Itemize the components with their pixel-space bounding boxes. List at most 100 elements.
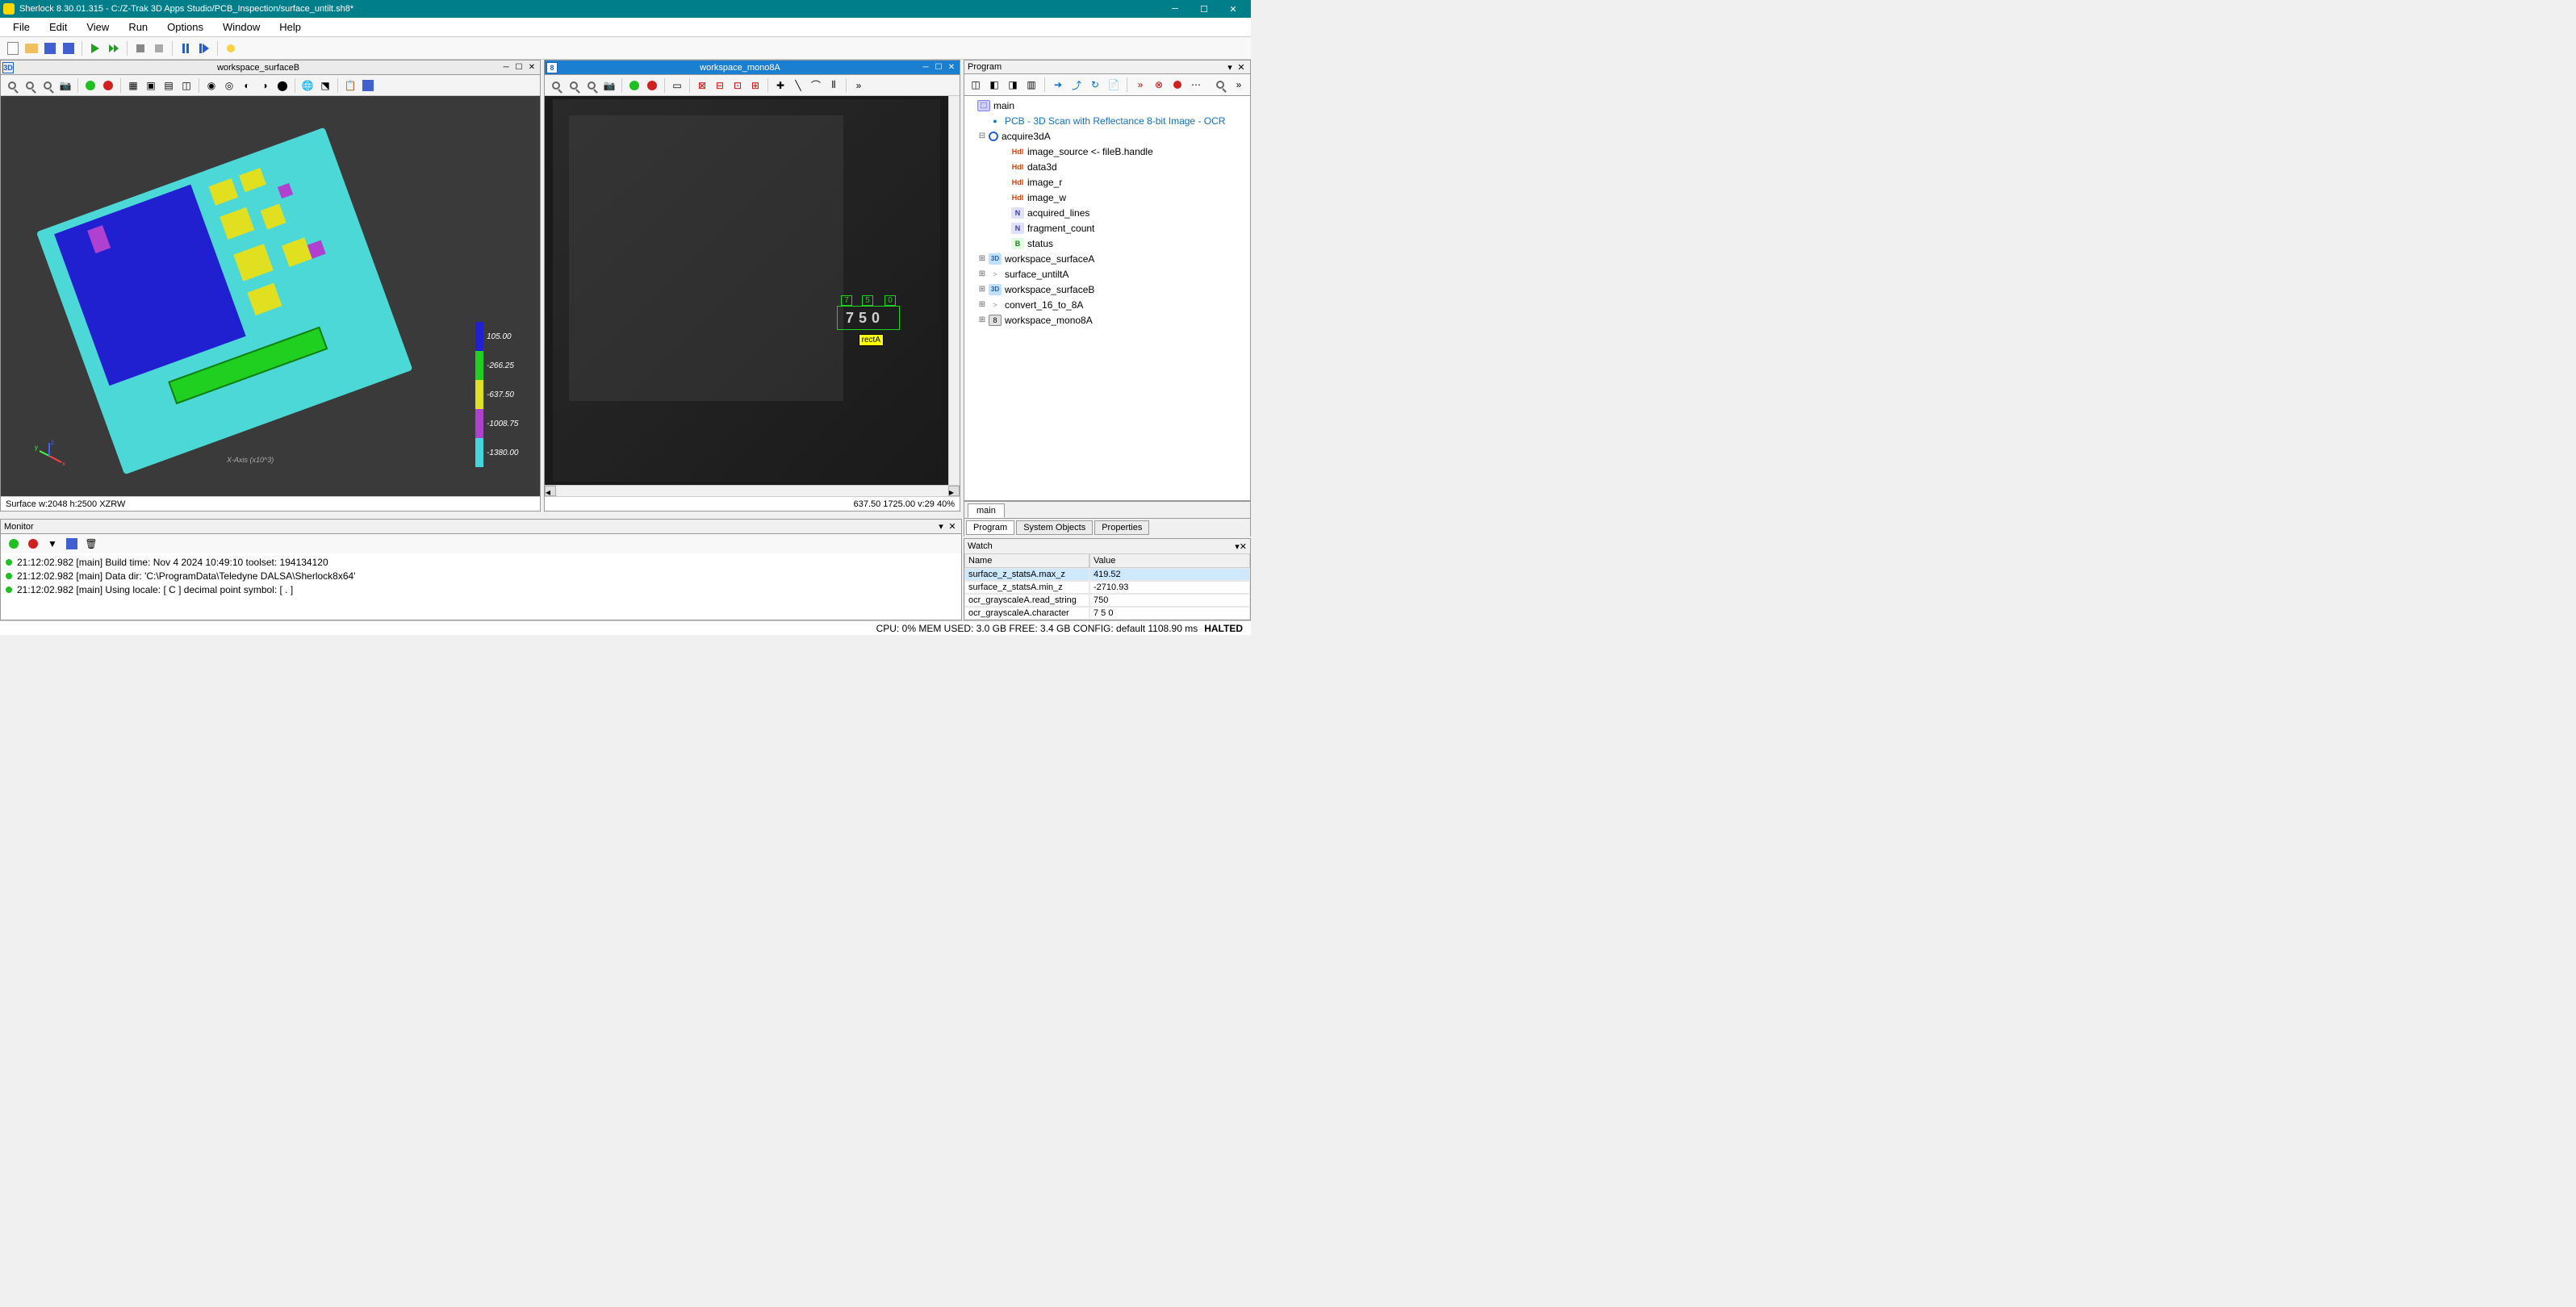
program-tree[interactable]: ⬚ main ● PCB - 3D Scan with Reflectance … bbox=[964, 95, 1251, 501]
prog-tb-5[interactable]: ➔ bbox=[1050, 77, 1066, 93]
tree-node-var[interactable]: B status bbox=[1000, 236, 1248, 251]
menu-window[interactable]: Window bbox=[213, 18, 270, 36]
view-2-button[interactable]: ⬔ bbox=[317, 77, 333, 94]
save-button[interactable] bbox=[42, 40, 58, 56]
watch-close-button[interactable]: ✕ bbox=[1240, 541, 1247, 552]
prog-tb-6[interactable]: ⤴ bbox=[1068, 77, 1085, 93]
roi-4-button[interactable]: ⊞ bbox=[747, 77, 763, 94]
viewport-close-button[interactable]: ✕ bbox=[945, 62, 958, 73]
tree-node-item[interactable]: ⊞ > convert_16_to_8A bbox=[977, 297, 1248, 312]
zoom-sel-button[interactable] bbox=[583, 77, 600, 94]
tree-node-item[interactable]: ⊞ 8 workspace_mono8A bbox=[977, 312, 1248, 328]
save-view-button[interactable] bbox=[360, 77, 376, 94]
expand-icon[interactable]: ⊞ bbox=[977, 315, 987, 324]
menu-edit[interactable]: Edit bbox=[40, 18, 77, 36]
draw-bars-button[interactable]: ⦀ bbox=[826, 77, 842, 94]
monitor-rec-button[interactable] bbox=[25, 536, 41, 552]
watch-name-cell[interactable]: ocr_grayscaleA.character bbox=[964, 607, 1089, 620]
program-dropdown-button[interactable]: ▾ bbox=[1224, 61, 1236, 73]
monitor-log[interactable]: 21:12:02.982 [main] Build time: Nov 4 20… bbox=[1, 553, 961, 618]
zoom-in-button[interactable] bbox=[566, 77, 582, 94]
tool-2-button[interactable]: ▣ bbox=[143, 77, 159, 94]
prog-tb-7[interactable]: ↻ bbox=[1087, 77, 1103, 93]
roi-rect-button[interactable]: ▭ bbox=[669, 77, 685, 94]
tree-node-var[interactable]: Hdl data3d bbox=[1000, 159, 1248, 174]
tree-node-acquire3da[interactable]: ⊟ acquire3dA bbox=[977, 128, 1248, 144]
tree-node-main[interactable]: ⬚ main bbox=[966, 98, 1248, 113]
tree-node-item[interactable]: ⊞ 3D workspace_surfaceA bbox=[977, 251, 1248, 266]
roi-2-button[interactable]: ⊟ bbox=[712, 77, 728, 94]
tool-8-button[interactable]: ◑ bbox=[257, 77, 273, 94]
zoom-out-button[interactable] bbox=[40, 77, 56, 94]
watch-value-cell[interactable]: -2710.93 bbox=[1089, 581, 1250, 594]
pause-button[interactable] bbox=[178, 40, 194, 56]
prog-more-button[interactable]: » bbox=[1231, 77, 1247, 93]
minimize-button[interactable]: ─ bbox=[1160, 0, 1190, 18]
tree-node-note[interactable]: ● PCB - 3D Scan with Reflectance 8-bit I… bbox=[977, 113, 1248, 128]
tool-1-button[interactable]: ▦ bbox=[125, 77, 141, 94]
tool-5-button[interactable]: ◉ bbox=[203, 77, 220, 94]
monitor-close-button[interactable]: ✕ bbox=[947, 521, 958, 532]
vertical-scrollbar[interactable] bbox=[948, 96, 960, 485]
viewport-min-button[interactable]: ─ bbox=[919, 62, 932, 73]
draw-line-button[interactable]: ╲ bbox=[790, 77, 806, 94]
prog-tb-12[interactable]: ⋯ bbox=[1188, 77, 1204, 93]
open-button[interactable] bbox=[23, 40, 40, 56]
viewport-3d-canvas[interactable]: 105.00 -266.25 -637.50 -1008.75 -1380.00… bbox=[1, 96, 540, 496]
expand-icon[interactable]: ⊞ bbox=[977, 285, 987, 294]
expand-icon[interactable]: ⊞ bbox=[977, 300, 987, 309]
draw-arc-button[interactable]: ⌒ bbox=[808, 77, 824, 94]
go-button[interactable] bbox=[626, 77, 642, 94]
tree-node-var[interactable]: Hdl image_r bbox=[1000, 174, 1248, 190]
more-button[interactable]: » bbox=[851, 77, 867, 94]
watch-value-cell[interactable]: 419.52 bbox=[1089, 568, 1250, 581]
menu-view[interactable]: View bbox=[77, 18, 119, 36]
watch-col-value[interactable]: Value bbox=[1089, 553, 1250, 568]
tool-7-button[interactable]: ◐ bbox=[239, 77, 255, 94]
tree-node-item[interactable]: ⊞ 3D workspace_surfaceB bbox=[977, 282, 1248, 297]
monitor-dropdown-button[interactable]: ▾ bbox=[935, 521, 947, 532]
tool-4-button[interactable]: ◫ bbox=[178, 77, 194, 94]
saveall-button[interactable] bbox=[61, 40, 77, 56]
watch-name-cell[interactable]: surface_z_statsA.min_z bbox=[964, 581, 1089, 594]
monitor-clear-button[interactable]: 🗑 bbox=[83, 536, 99, 552]
tree-node-var[interactable]: N acquired_lines bbox=[1000, 205, 1248, 220]
tree-node-var[interactable]: Hdl image_w bbox=[1000, 190, 1248, 205]
prog-tb-8[interactable]: 📄 bbox=[1106, 77, 1122, 93]
tab-program[interactable]: Program bbox=[966, 520, 1014, 535]
view-1-button[interactable]: 🌐 bbox=[299, 77, 316, 94]
viewport-titlebar-mono8a[interactable]: 8 workspace_mono8A ─ ☐ ✕ bbox=[545, 61, 960, 75]
viewport-max-button[interactable]: ☐ bbox=[932, 62, 945, 73]
zoom-fit-button[interactable] bbox=[4, 77, 20, 94]
prog-tb-11[interactable] bbox=[1169, 77, 1186, 93]
watch-value-cell[interactable]: 750 bbox=[1089, 594, 1250, 607]
draw-cross-button[interactable]: ✚ bbox=[772, 77, 788, 94]
tab-main[interactable]: main bbox=[968, 503, 1005, 518]
stop2-button[interactable] bbox=[151, 40, 167, 56]
menu-file[interactable]: File bbox=[3, 18, 40, 36]
new-button[interactable] bbox=[5, 40, 21, 56]
run-cont-button[interactable] bbox=[106, 40, 122, 56]
prog-tb-10[interactable]: ⊗ bbox=[1151, 77, 1167, 93]
zoom-in-button[interactable] bbox=[22, 77, 38, 94]
tool-3-button[interactable]: ▤ bbox=[161, 77, 177, 94]
viewport-titlebar-surface-b[interactable]: 3D workspace_surfaceB ─ ☐ ✕ bbox=[1, 61, 540, 75]
menu-run[interactable]: Run bbox=[119, 18, 157, 36]
watch-name-cell[interactable]: surface_z_statsA.max_z bbox=[964, 568, 1089, 581]
prog-tb-3[interactable]: ◨ bbox=[1005, 77, 1021, 93]
tab-properties[interactable]: Properties bbox=[1094, 520, 1149, 535]
snapshot-button[interactable]: 📷 bbox=[601, 77, 617, 94]
viewport-close-button[interactable]: ✕ bbox=[525, 62, 538, 73]
tips-button[interactable] bbox=[223, 40, 239, 56]
export-button[interactable]: 📋 bbox=[342, 77, 358, 94]
tree-node-item[interactable]: ⊞ > surface_untiltA bbox=[977, 266, 1248, 282]
monitor-filter-button[interactable]: ▼ bbox=[44, 536, 61, 552]
stop-button[interactable] bbox=[644, 77, 660, 94]
record-go-button[interactable] bbox=[82, 77, 98, 94]
tree-node-var[interactable]: N fragment_count bbox=[1000, 220, 1248, 236]
monitor-save-button[interactable] bbox=[64, 536, 80, 552]
program-close-button[interactable]: ✕ bbox=[1236, 61, 1247, 73]
maximize-button[interactable]: ☐ bbox=[1190, 0, 1219, 18]
stop-button[interactable] bbox=[132, 40, 148, 56]
run-button[interactable] bbox=[87, 40, 103, 56]
